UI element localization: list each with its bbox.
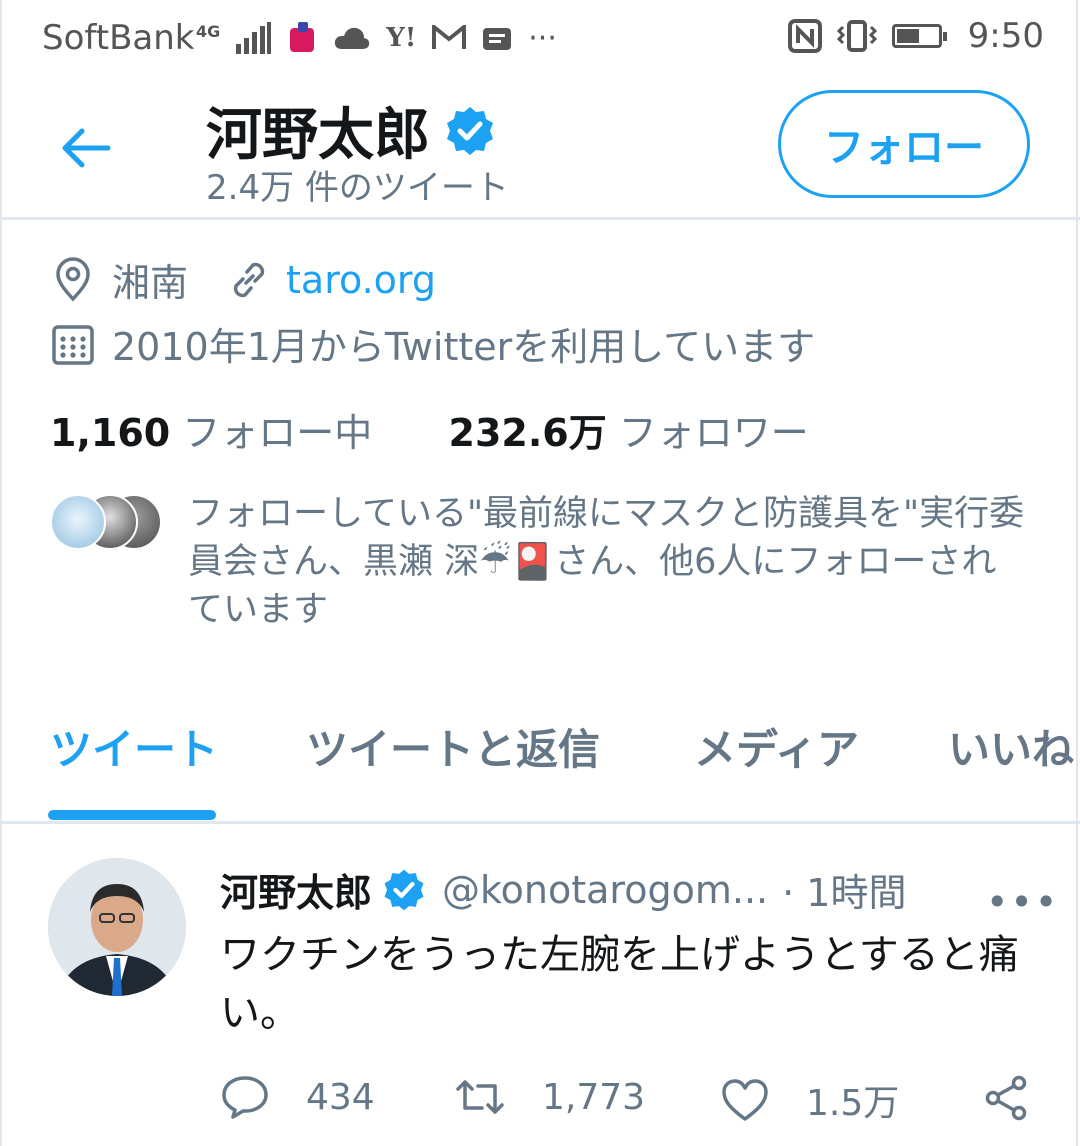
followers-you-know-text: フォローしている"最前線にマスクと防護具を"実行委員会さん、黒瀬 深☔🎴さん、他… xyxy=(188,494,1025,630)
carrier-label: SoftBank xyxy=(42,18,195,58)
signal-icon xyxy=(236,22,272,54)
avatar[interactable] xyxy=(48,858,186,996)
profile-meta: 湘南 taro.org xyxy=(50,252,436,307)
tweet-author-handle[interactable]: @konotarogom... xyxy=(442,868,768,912)
verified-badge-icon xyxy=(384,869,424,910)
website-link[interactable]: taro.org xyxy=(286,258,436,302)
like-button[interactable]: 1.5万 xyxy=(720,1074,899,1126)
location-text: 湘南 xyxy=(112,261,189,305)
retweet-button[interactable]: 1,773 xyxy=(454,1074,645,1120)
following-link[interactable]: 1,160 フォロー中 xyxy=(50,411,372,455)
profile-tabs: ツイート ツイートと返信 メディア いいね xyxy=(0,700,1080,824)
followers-label: フォロワー xyxy=(618,411,809,455)
join-date-text: 2010年1月からTwitterを利用しています xyxy=(112,325,816,369)
tab-tweets[interactable]: ツイート xyxy=(50,716,218,777)
like-icon xyxy=(722,1079,768,1121)
tweet[interactable]: 河野太郎 @konotarogom... · 1時間 ••• ワクチンをうった左… xyxy=(0,826,1080,1146)
mail-icon xyxy=(432,25,467,49)
link-icon xyxy=(233,262,265,297)
tweet-author-name[interactable]: 河野太郎 xyxy=(220,862,372,917)
nfc-icon xyxy=(787,19,822,53)
yahoo-icon: Y! xyxy=(386,23,417,53)
followers-count: 232.6万 xyxy=(448,411,607,455)
follow-button[interactable]: フォロー xyxy=(778,90,1030,198)
retweet-count: 1,773 xyxy=(542,1076,646,1118)
reply-icon xyxy=(222,1076,268,1119)
tab-tweets-and-replies[interactable]: ツイートと返信 xyxy=(306,716,600,777)
battery-icon xyxy=(891,24,947,48)
followers-link[interactable]: 232.6万 フォロワー xyxy=(449,411,809,455)
mutual-avatars xyxy=(50,494,162,550)
status-bar: SoftBank 4G Y! ··· 9:50 xyxy=(0,0,1080,78)
more-icon[interactable]: ••• xyxy=(986,880,1059,924)
page-title: 河野太郎 xyxy=(206,90,496,171)
tab-likes[interactable]: いいね xyxy=(948,716,1074,777)
avatar xyxy=(50,494,106,550)
following-count: 1,160 xyxy=(50,411,171,455)
tweet-count: 2.4万 件のツイート xyxy=(206,168,509,208)
tweet-header: 河野太郎 @konotarogom... · 1時間 xyxy=(220,862,906,917)
verified-badge-icon xyxy=(447,106,493,155)
back-arrow-icon[interactable] xyxy=(60,122,112,174)
share-button[interactable] xyxy=(982,1074,1066,1122)
profile-header: 河野太郎 2.4万 件のツイート フォロー xyxy=(0,78,1080,220)
share-icon xyxy=(985,1075,1027,1121)
active-tab-indicator xyxy=(48,810,216,820)
follow-stats: 1,160 フォロー中 232.6万 フォロワー xyxy=(50,402,809,457)
join-date-row: 2010年1月からTwitterを利用しています xyxy=(50,316,815,371)
location-icon xyxy=(56,256,90,302)
reply-button[interactable]: 434 xyxy=(220,1074,375,1120)
more-notifications-icon: ··· xyxy=(528,20,557,56)
vibrate-icon xyxy=(836,20,877,52)
following-label: フォロー中 xyxy=(182,411,373,455)
reply-count: 434 xyxy=(306,1076,375,1118)
avatar-image xyxy=(48,858,186,996)
app-notification-icon xyxy=(290,22,315,52)
message-icon xyxy=(483,28,512,50)
clock: 9:50 xyxy=(967,16,1044,56)
cloud-icon xyxy=(335,27,370,49)
tweet-text: ワクチンをうった左腕を上げようとすると痛い。 xyxy=(220,932,1019,1036)
network-label: 4G xyxy=(196,21,221,41)
tweet-actions: 434 1,773 1.5万 xyxy=(220,1074,1040,1124)
like-count: 1.5万 xyxy=(806,1083,900,1124)
status-icons-left: 4G Y! ··· xyxy=(196,18,557,58)
calendar-icon xyxy=(52,324,94,365)
tweet-timestamp[interactable]: · 1時間 xyxy=(782,862,906,917)
status-icons-right: 9:50 xyxy=(787,16,1044,56)
tab-media[interactable]: メディア xyxy=(694,716,859,777)
profile-name: 河野太郎 xyxy=(206,103,430,168)
retweet-icon xyxy=(456,1080,504,1114)
